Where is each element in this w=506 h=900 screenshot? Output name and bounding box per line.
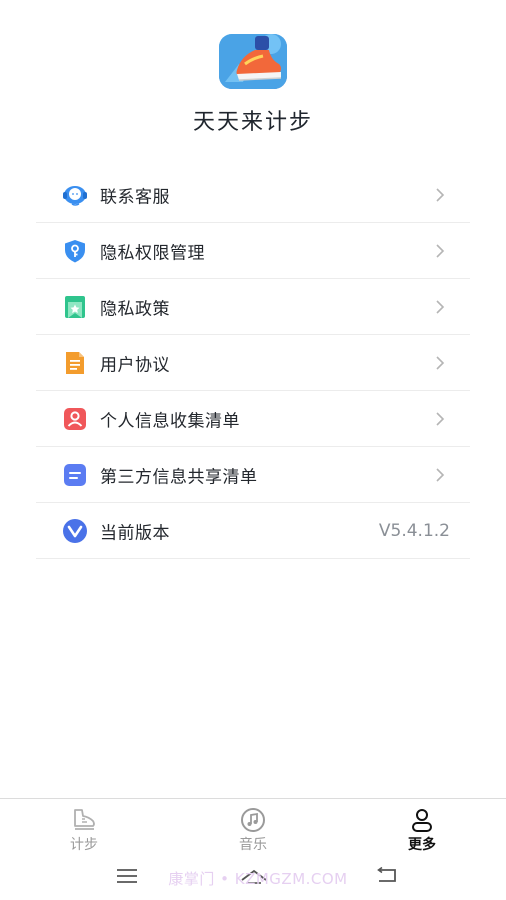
chevron-right-icon <box>436 467 445 482</box>
app-title: 天天来计步 <box>192 110 313 135</box>
settings-menu: 联系客服 隐私权限管理 隐私政策 用户协议 个人信息收集清单 第三方信息共享清单… <box>36 167 470 559</box>
menu-item-user-agreement[interactable]: 用户协议 <box>36 335 470 391</box>
music-note-icon <box>239 807 267 833</box>
menu-item-third-party-sharing[interactable]: 第三方信息共享清单 <box>36 447 470 503</box>
home-chevron-icon[interactable] <box>239 866 269 886</box>
chevron-right-icon <box>436 411 445 426</box>
tab-label: 音乐 <box>239 837 267 853</box>
menu-item-privacy-policy[interactable]: 隐私政策 <box>36 279 470 335</box>
menu-label: 当前版本 <box>100 523 170 543</box>
version-number: V5.4.1.2 <box>378 520 450 541</box>
menu-item-privacy-permission[interactable]: 隐私权限管理 <box>36 223 470 279</box>
menu-label: 用户协议 <box>100 355 170 375</box>
menu-label: 个人信息收集清单 <box>100 411 240 431</box>
app-header: 天天来计步 <box>0 0 506 150</box>
menu-item-contact-support[interactable]: 联系客服 <box>36 167 470 223</box>
menu-lines-icon[interactable] <box>114 866 140 886</box>
document-icon <box>62 350 88 376</box>
system-navigation-bar <box>0 858 506 900</box>
tab-more[interactable]: 更多 <box>372 799 472 859</box>
shield-key-icon <box>62 238 88 264</box>
tab-steps[interactable]: 计步 <box>34 799 134 859</box>
menu-label: 联系客服 <box>100 187 170 207</box>
version-v-icon <box>62 518 88 544</box>
headset-service-icon <box>62 182 88 208</box>
menu-label: 隐私政策 <box>100 299 170 319</box>
chevron-right-icon <box>436 299 445 314</box>
menu-label: 第三方信息共享清单 <box>100 467 258 487</box>
menu-item-version[interactable]: 当前版本 V5.4.1.2 <box>36 503 470 559</box>
person-icon <box>408 807 436 833</box>
chevron-right-icon <box>436 355 445 370</box>
chevron-right-icon <box>436 187 445 202</box>
menu-item-personal-info[interactable]: 个人信息收集清单 <box>36 391 470 447</box>
shoe-icon <box>70 807 98 833</box>
person-card-icon <box>62 406 88 432</box>
tab-label: 更多 <box>408 837 436 853</box>
sneaker-app-icon <box>219 34 287 89</box>
tab-label: 计步 <box>70 837 98 853</box>
bookmark-star-icon <box>62 294 88 320</box>
tab-music[interactable]: 音乐 <box>203 799 303 859</box>
chevron-right-icon <box>436 243 445 258</box>
list-card-icon <box>62 462 88 488</box>
bottom-tab-bar: 计步 音乐 更多 <box>0 798 506 859</box>
menu-label: 隐私权限管理 <box>100 243 205 263</box>
back-arrow-icon[interactable] <box>373 866 399 886</box>
